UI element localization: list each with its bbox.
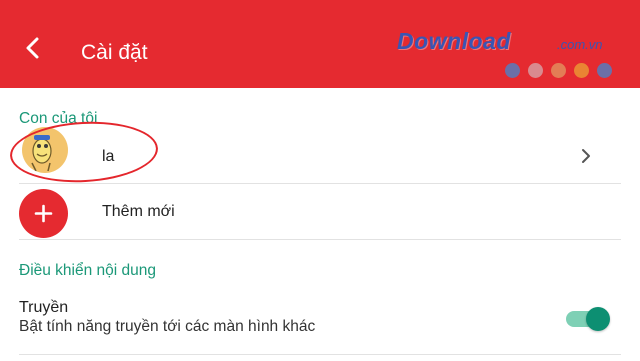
divider: [19, 183, 621, 184]
chevron-right-icon[interactable]: [578, 146, 594, 166]
watermark-brand: Download: [397, 28, 511, 54]
divider: [19, 239, 621, 240]
cast-title: Truyền: [19, 299, 69, 316]
watermark: Download .com.vn: [397, 28, 633, 88]
app-header: Cài đặt Download .com.vn: [0, 0, 640, 88]
divider: [19, 354, 621, 355]
watermark-domain: .com.vn: [557, 37, 603, 52]
watermark-dot: [505, 63, 520, 78]
cast-description: Bật tính năng truyền tới các màn hình kh…: [19, 318, 316, 335]
content-section-label: Điều khiển nội dung: [19, 262, 157, 279]
page-title: Cài đặt: [81, 41, 148, 64]
watermark-dot: [528, 63, 543, 78]
add-label: Thêm mới: [102, 203, 175, 220]
child-name: la: [102, 148, 115, 165]
cast-toggle[interactable]: [566, 306, 610, 332]
toggle-knob: [586, 307, 610, 331]
watermark-dot: [574, 63, 589, 78]
watermark-dots: [505, 63, 612, 78]
watermark-dot: [551, 63, 566, 78]
watermark-dot: [597, 63, 612, 78]
highlight-circle: [8, 118, 160, 186]
back-button[interactable]: [14, 28, 52, 66]
plus-icon: [34, 204, 53, 223]
back-chevron-icon: [26, 37, 39, 59]
add-button[interactable]: [19, 189, 68, 238]
